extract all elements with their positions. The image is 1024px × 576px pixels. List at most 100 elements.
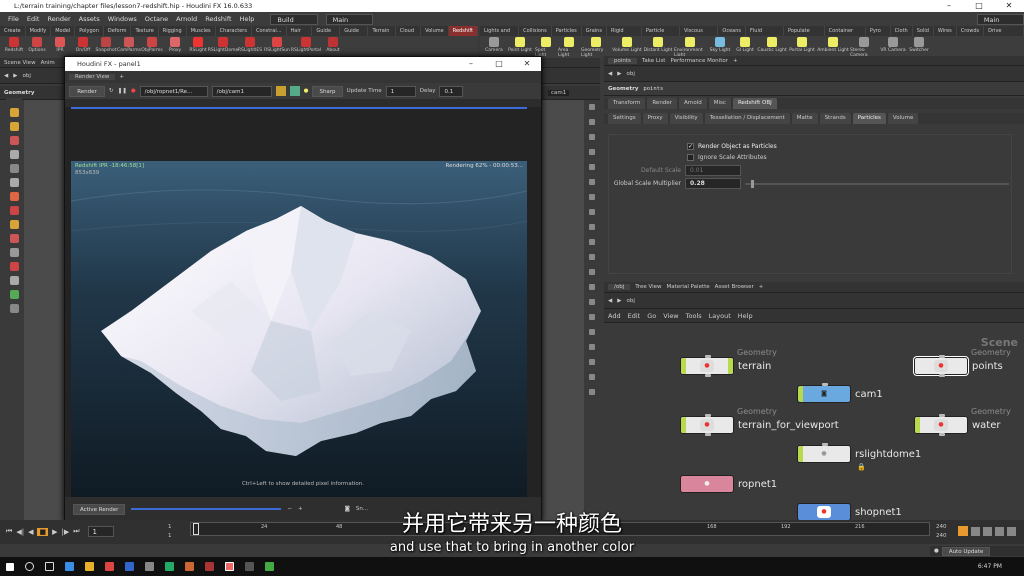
display-option-icon[interactable] (589, 134, 595, 140)
node-name-field[interactable]: points (643, 86, 663, 92)
snap-icon[interactable] (9, 220, 19, 229)
tab-render[interactable]: Render (647, 98, 677, 109)
tool-camera[interactable]: Camera (483, 36, 505, 58)
task-view-icon[interactable] (45, 562, 54, 571)
render-as-particles-checkbox[interactable]: ✓ (687, 143, 694, 150)
rotate-tool-icon[interactable] (9, 136, 19, 145)
menu-help[interactable]: Help (240, 15, 255, 23)
tool-sky-light[interactable]: Sky Light (707, 36, 733, 58)
display-option-icon[interactable] (589, 344, 595, 350)
display-option-icon[interactable] (589, 359, 595, 365)
tool-onoff[interactable]: On/Off (72, 36, 94, 58)
render-region-icon[interactable] (9, 248, 19, 257)
edge-icon[interactable] (65, 562, 74, 571)
extra-tool-icon[interactable] (9, 304, 19, 313)
display-option-icon[interactable] (589, 269, 595, 275)
ignore-scale-checkbox[interactable] (687, 154, 694, 161)
handle-tool-icon[interactable] (9, 164, 19, 173)
camera-tool-icon[interactable] (9, 276, 19, 285)
magnet-icon[interactable] (9, 234, 19, 243)
desktop-select-build[interactable]: Build (270, 13, 318, 25)
menu-render[interactable]: Render (47, 15, 70, 23)
app-icon[interactable] (205, 562, 214, 571)
desktop-select-right[interactable]: Main (976, 13, 1024, 25)
display-option-icon[interactable] (589, 194, 595, 200)
tool-area-light[interactable]: Area Light (558, 36, 580, 58)
net-menu-go[interactable]: Go (647, 312, 656, 320)
refresh-icon[interactable]: ↻ (109, 88, 114, 94)
shelf-tab[interactable]: Rigid Bodies (607, 26, 642, 44)
move-tool-icon[interactable] (9, 122, 19, 131)
display-option-icon[interactable] (589, 224, 595, 230)
pose-tool-icon[interactable] (9, 178, 19, 187)
menu-octane[interactable]: Octane (145, 15, 168, 23)
shelf-tab[interactable]: Pyro FX (866, 26, 891, 44)
pixel-region-icon[interactable] (275, 86, 286, 96)
add-tab-icon[interactable]: + (733, 58, 738, 64)
tool-redshift[interactable]: Redshift (3, 36, 25, 58)
app-icon[interactable] (185, 562, 194, 571)
select-tool-icon[interactable] (9, 108, 19, 117)
tool-ipr[interactable]: IPR (49, 36, 71, 58)
node-terrain[interactable]: ● terrain (680, 355, 771, 377)
view-tool-icon[interactable] (9, 192, 19, 201)
back-icon[interactable]: ◀ (608, 71, 612, 77)
tool-rslighties[interactable]: RSLightIES (237, 36, 263, 58)
tool-snapshot[interactable]: Snapshot (95, 36, 117, 58)
render-button[interactable]: Render (69, 85, 105, 97)
camera-menu[interactable]: cam1 (548, 89, 570, 96)
display-option-icon[interactable] (589, 299, 595, 305)
default-scale-field[interactable]: 0.01 (685, 165, 741, 176)
shelf-tab[interactable]: Guide Pr... (312, 26, 341, 44)
net-menu-help[interactable]: Help (738, 312, 753, 320)
subtab-volume[interactable]: Volume (887, 113, 919, 124)
tool-switcher[interactable]: Switcher (908, 36, 930, 58)
close-button[interactable]: ✕ (513, 57, 541, 71)
display-option-icon[interactable] (589, 104, 595, 110)
rop-path-field[interactable]: /obj/ropnet1/Re... (139, 85, 208, 97)
display-option-icon[interactable] (589, 119, 595, 125)
shelf-tab[interactable]: Container Tools (825, 26, 866, 44)
network-path[interactable]: obj (626, 298, 634, 304)
subtab-tessellation[interactable]: Tessellation / Displacement (704, 113, 790, 124)
tool-volume-light[interactable]: Volume Light (612, 36, 642, 58)
shelf-tab-redshift[interactable]: Redshift (448, 26, 478, 36)
maximize-button[interactable]: □ (964, 0, 994, 12)
display-option-icon[interactable] (589, 149, 595, 155)
app-icon[interactable] (125, 562, 134, 571)
node-water[interactable]: ● water (914, 414, 1001, 436)
tab-performance-monitor[interactable]: Performance Monitor (670, 58, 728, 64)
node-points[interactable]: ● points (914, 355, 1003, 377)
houdini-icon[interactable] (225, 562, 234, 571)
display-option-icon[interactable] (589, 209, 595, 215)
node-ropnet1[interactable]: ● ropnet1 (680, 475, 777, 493)
node-terrain-for-viewport[interactable]: ● terrain_for_viewport (680, 414, 839, 436)
tool-rslightsun[interactable]: RSLightSun (264, 36, 290, 58)
green-tool-icon[interactable] (9, 290, 19, 299)
subtab-settings[interactable]: Settings (608, 113, 641, 124)
light-icon[interactable]: ● (304, 88, 309, 94)
shelf-tab[interactable]: Guide Br... (340, 26, 369, 44)
paint-tool-icon[interactable] (9, 206, 19, 215)
tab-arnold[interactable]: Arnold (678, 98, 707, 109)
shelf-tab[interactable]: Grains (582, 26, 607, 36)
shelf-tab[interactable]: Polygon (75, 26, 104, 36)
tab-tree-view[interactable]: Tree View (635, 284, 661, 290)
subtab-strands[interactable]: Strands (819, 113, 851, 124)
minimize-button[interactable]: – (457, 57, 485, 71)
tool-geometry-light[interactable]: Geometry Light (581, 36, 611, 58)
shelf-tab[interactable]: Characters (216, 26, 252, 36)
shelf-tab[interactable]: Fluid Contai... (746, 26, 784, 44)
shelf-tab[interactable]: Collisions (519, 26, 552, 36)
menu-arnold[interactable]: Arnold (176, 15, 197, 23)
close-button[interactable]: ✕ (994, 0, 1024, 12)
display-option-icon[interactable] (589, 254, 595, 260)
render-image[interactable]: Redshift IPR -18:46:58[1] 853x639 Render… (71, 161, 527, 519)
menu-file[interactable]: File (8, 15, 19, 23)
tool-point-light[interactable]: Point Light (506, 36, 534, 58)
shelf-tab[interactable]: Terrain FX (368, 26, 396, 44)
subtab-visibility[interactable]: Visibility (669, 113, 703, 124)
explorer-icon[interactable] (85, 562, 94, 571)
tool-rslightdome[interactable]: RSLightDome (208, 36, 238, 58)
shelf-tab[interactable]: Particle Fluids (642, 26, 680, 44)
